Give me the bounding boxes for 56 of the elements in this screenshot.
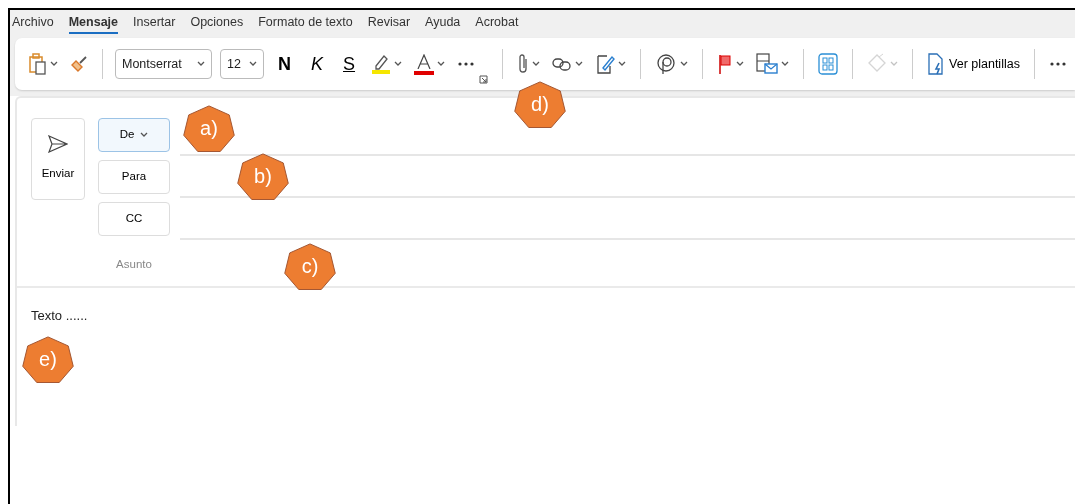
caret-icon	[890, 61, 899, 67]
apps-grid-icon	[818, 53, 839, 75]
from-button[interactable]: De	[98, 118, 170, 152]
apps-button[interactable]	[816, 51, 841, 77]
paperclip-icon	[517, 53, 530, 75]
send-icon	[48, 135, 68, 154]
flag-icon	[717, 53, 734, 75]
signature-icon	[595, 53, 616, 75]
ribbon-tab[interactable]: Insertar	[133, 12, 176, 34]
caret-icon	[575, 61, 584, 67]
mail-template-icon	[756, 53, 779, 75]
ribbon-tab[interactable]: Ayuda	[425, 12, 461, 34]
subject-label: Asunto	[115, 257, 153, 273]
caret-icon	[197, 61, 205, 67]
ribbon-tab[interactable]: Mensaje	[68, 12, 119, 34]
callout-marker: d)	[512, 80, 568, 128]
more-icon	[457, 61, 476, 67]
caret-icon	[781, 61, 790, 67]
callout-marker: e)	[20, 335, 76, 383]
caret-icon	[437, 61, 446, 67]
size-select[interactable]: 12	[220, 49, 264, 79]
ribbon-tab[interactable]: Revisar	[367, 12, 411, 34]
font-select[interactable]: Montserrat	[115, 49, 212, 79]
ribbon-tab[interactable]: Archivo	[12, 12, 54, 34]
callout-marker: c)	[282, 242, 338, 290]
ribbon-tab[interactable]: Formato de texto	[258, 12, 353, 34]
link-icon	[552, 57, 573, 71]
italic-button[interactable]: K	[305, 50, 329, 78]
more-icon	[1048, 61, 1067, 67]
bold-button[interactable]: N	[272, 50, 297, 78]
caret-icon	[736, 61, 745, 67]
body-text: Texto ......	[31, 308, 88, 323]
to-button[interactable]: Para	[98, 160, 170, 194]
font-color-icon	[414, 53, 435, 75]
caret-icon	[532, 61, 541, 67]
callout-marker: b)	[235, 152, 291, 200]
caret-icon	[394, 61, 403, 67]
ribbon-tab[interactable]: Acrobat	[475, 12, 519, 34]
clipboard-icon	[29, 53, 47, 75]
cc-button[interactable]: CC	[98, 202, 170, 236]
ribbon-tab[interactable]: Opciones	[190, 12, 244, 34]
templates-button[interactable]: Ver plantillas	[925, 51, 1022, 77]
callout-marker: a)	[181, 104, 237, 152]
document-icon	[927, 53, 944, 75]
caret-icon	[618, 61, 627, 67]
brush-icon	[70, 55, 88, 73]
underline-button[interactable]: S	[337, 50, 362, 78]
highlighter-icon	[371, 53, 392, 75]
caret-icon	[50, 61, 58, 67]
caret-icon	[249, 61, 257, 67]
caret-icon	[140, 132, 149, 138]
paste-button[interactable]	[27, 51, 60, 77]
send-button[interactable]: Enviar	[31, 118, 85, 200]
dialog-launcher[interactable]	[477, 73, 491, 86]
caret-icon	[680, 61, 689, 67]
dialog-launcher-icon	[479, 75, 489, 84]
